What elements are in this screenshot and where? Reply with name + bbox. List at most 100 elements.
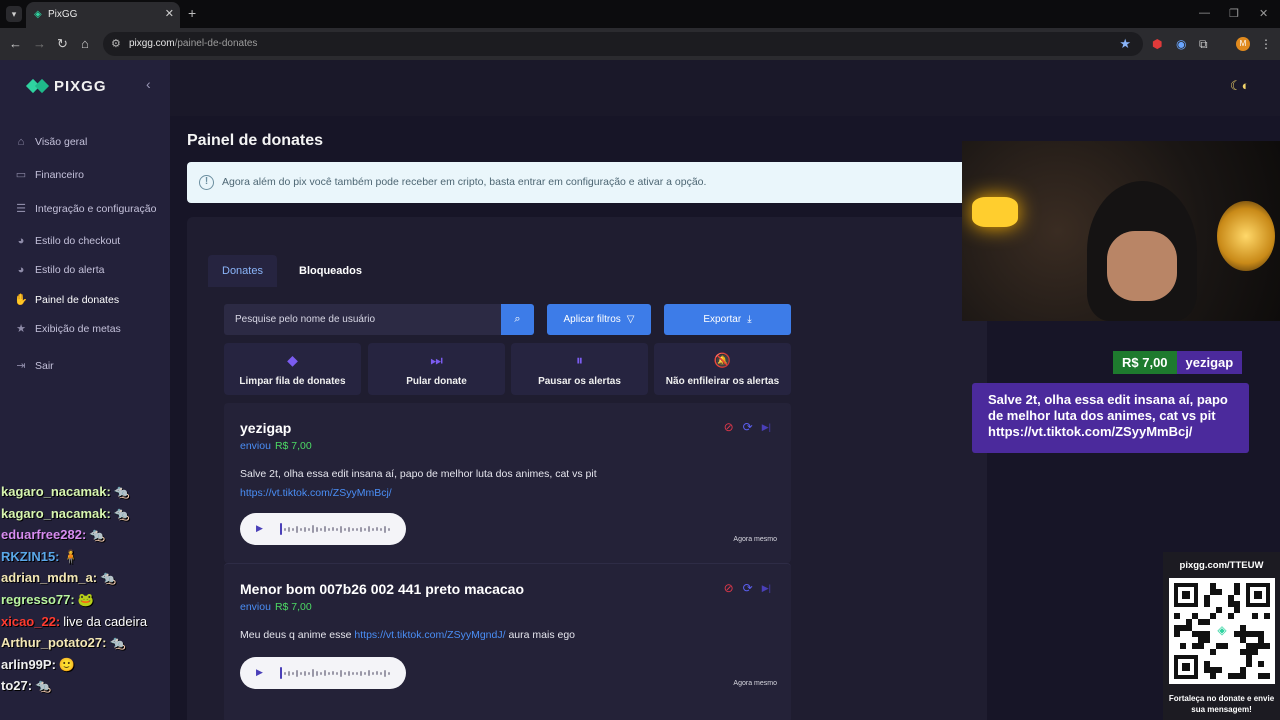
waveform-bar — [324, 526, 326, 532]
qr-module — [1264, 613, 1270, 619]
sidebar-item-integracao[interactable]: ☰ Integração e configuração — [14, 200, 156, 218]
replay-icon[interactable]: ⟳ — [743, 420, 753, 434]
no-queue-alerts-button[interactable]: 🔕 Não enfileirar os alertas — [654, 343, 791, 395]
donate-message: Salve 2t, olha essa edit insana aí, papo… — [240, 468, 597, 480]
audio-waveform[interactable] — [280, 522, 392, 536]
new-tab-icon[interactable]: + — [188, 5, 196, 21]
extension-audio-icon[interactable]: ◉ — [1176, 37, 1186, 51]
audio-player: ▶ — [240, 513, 406, 545]
search-button[interactable]: ⌕ — [501, 304, 534, 335]
sidebar-item-visao-geral[interactable]: ⌂ Visão geral — [14, 133, 88, 151]
forward-arrow-icon[interactable]: → — [33, 36, 46, 52]
extensions-puzzle-icon[interactable]: ⧉ — [1199, 37, 1208, 51]
waveform-bar — [324, 670, 326, 676]
qr-module — [1216, 607, 1222, 613]
clear-queue-button[interactable]: ◆ Limpar fila de donates — [224, 343, 361, 395]
collapse-sidebar-icon[interactable]: ‹ — [146, 76, 151, 92]
play-icon[interactable]: ▶ — [256, 667, 263, 678]
chat-emote-icon: 🐸 — [77, 592, 94, 607]
chat-message: regresso77: 🐸 — [1, 590, 94, 610]
action-label: Não enfileirar os alertas — [665, 376, 780, 387]
play-icon[interactable]: ▶ — [256, 523, 263, 534]
extension-red-icon[interactable]: ⬢ — [1152, 37, 1162, 51]
waveform-bar — [292, 527, 294, 531]
profile-avatar[interactable]: M — [1236, 37, 1250, 51]
search-input[interactable] — [224, 304, 500, 335]
minimize-icon[interactable]: — — [1199, 7, 1210, 19]
chat-emote-icon: 🐀 — [113, 505, 131, 521]
qr-module — [1234, 589, 1240, 595]
tab-close-icon[interactable]: ✕ — [165, 7, 174, 20]
lamp-right — [1217, 201, 1275, 271]
home-icon[interactable]: ⌂ — [81, 36, 89, 52]
address-bar[interactable]: ⚙ pixgg.com/painel-de-donates ★ — [103, 32, 1143, 56]
tab-bloqueados[interactable]: Bloqueados — [285, 255, 376, 287]
chat-emote-icon: 🐀 — [113, 484, 131, 499]
chat-username[interactable]: adrian_mdm_a: — [1, 570, 97, 585]
waveform-bar — [388, 671, 390, 675]
donate-message-after: aura mais ego — [508, 629, 576, 641]
block-icon[interactable]: ⊘ — [724, 420, 734, 434]
url-text: pixgg.com/painel-de-donates — [129, 38, 258, 49]
chat-username[interactable]: eduarfree282: — [1, 527, 86, 542]
reload-icon[interactable]: ↻ — [57, 36, 68, 52]
browser-menu-icon[interactable]: ⋮ — [1260, 37, 1272, 51]
sidebar-item-exibicao-metas[interactable]: ★ Exibição de metas — [14, 320, 121, 338]
restore-icon[interactable]: ❐ — [1229, 7, 1239, 20]
export-label: Exportar — [703, 314, 742, 325]
moon-theme-icon[interactable]: ☾◐ — [1230, 78, 1250, 94]
sidebar-item-painel-donates[interactable]: ✋ Painel de donates — [14, 291, 119, 309]
waveform-bar — [320, 671, 322, 675]
back-arrow-icon[interactable]: ← — [9, 36, 22, 52]
donate-amount-line: enviou R$ 7,00 — [240, 440, 312, 452]
replay-icon[interactable]: ⟳ — [743, 581, 753, 595]
alert-header: R$ 7,00 yezigap — [1113, 351, 1243, 374]
tab-list-button[interactable]: ▾ — [6, 6, 22, 22]
qr-module — [1174, 613, 1180, 619]
bookmark-star-icon[interactable]: ★ — [1119, 36, 1131, 52]
chat-message: eduarfree282: 🐀 — [1, 525, 105, 545]
sidebar-item-financeiro[interactable]: ▭ Financeiro — [14, 166, 84, 184]
waveform-bar — [300, 671, 302, 675]
chat-username[interactable]: arlin99P: — [1, 657, 56, 672]
skip-icon[interactable]: ▶| — [762, 581, 771, 595]
audio-waveform[interactable] — [280, 666, 392, 680]
site-info-icon[interactable]: ⚙ — [111, 37, 121, 50]
skip-donate-button[interactable]: ⏭ Pular donate — [368, 343, 505, 395]
waveform-bar — [328, 671, 330, 675]
chat-message: to27: 🐀 — [1, 676, 51, 696]
chat-username[interactable]: regresso77: — [1, 592, 75, 607]
sidebar-item-estilo-checkout[interactable]: ◕ Estilo do checkout — [14, 232, 121, 250]
pixgg-logo[interactable]: PIXGG — [28, 78, 107, 95]
apply-filters-button[interactable]: Aplicar filtros ▽ — [547, 304, 651, 335]
chat-username[interactable]: Arthur_potato27: — [1, 635, 106, 650]
browser-tab[interactable]: ◈ PixGG ✕ — [26, 2, 180, 28]
chat-username[interactable]: kagaro_nacamak: — [1, 506, 111, 521]
waveform-bar — [336, 671, 338, 675]
close-window-icon[interactable]: ✕ — [1259, 7, 1268, 20]
donate-link[interactable]: https://vt.tiktok.com/ZSyyMgndJ/ — [354, 629, 505, 641]
sidebar-item-sair[interactable]: ⇥ Sair — [14, 357, 53, 375]
donate-link[interactable]: https://vt.tiktok.com/ZSyyMmBcj/ — [240, 487, 392, 499]
waveform-bar — [320, 527, 322, 531]
skip-icon[interactable]: ▶| — [762, 420, 771, 434]
waveform-bar — [296, 669, 298, 677]
page-title: Painel de donates — [187, 132, 324, 149]
chat-username[interactable]: to27: — [1, 678, 32, 693]
qr-card: pixgg.com/TTEUW ◈ Fortaleça no donate e … — [1163, 552, 1280, 720]
waveform-bar — [296, 525, 298, 533]
tab-donates[interactable]: Donates — [208, 255, 277, 287]
pause-alerts-button[interactable]: ⏸ Pausar os alertas — [511, 343, 648, 395]
chat-username[interactable]: xicao_22: — [1, 614, 60, 629]
waveform-bar — [348, 526, 350, 532]
chat-username[interactable]: kagaro_nacamak: — [1, 484, 111, 499]
sidebar-item-label: Financeiro — [35, 169, 85, 181]
qr-module — [1180, 643, 1186, 649]
streamer-face — [1107, 231, 1177, 301]
wallet-icon: ▭ — [15, 169, 27, 181]
donate-actions: ⊘ ⟳ ▶| — [724, 581, 771, 595]
chat-username[interactable]: RKZIN15: — [1, 549, 60, 564]
block-icon[interactable]: ⊘ — [724, 581, 734, 595]
export-button[interactable]: Exportar ⤓ — [664, 304, 791, 335]
sidebar-item-estilo-alerta[interactable]: ◕ Estilo do alerta — [14, 261, 105, 279]
